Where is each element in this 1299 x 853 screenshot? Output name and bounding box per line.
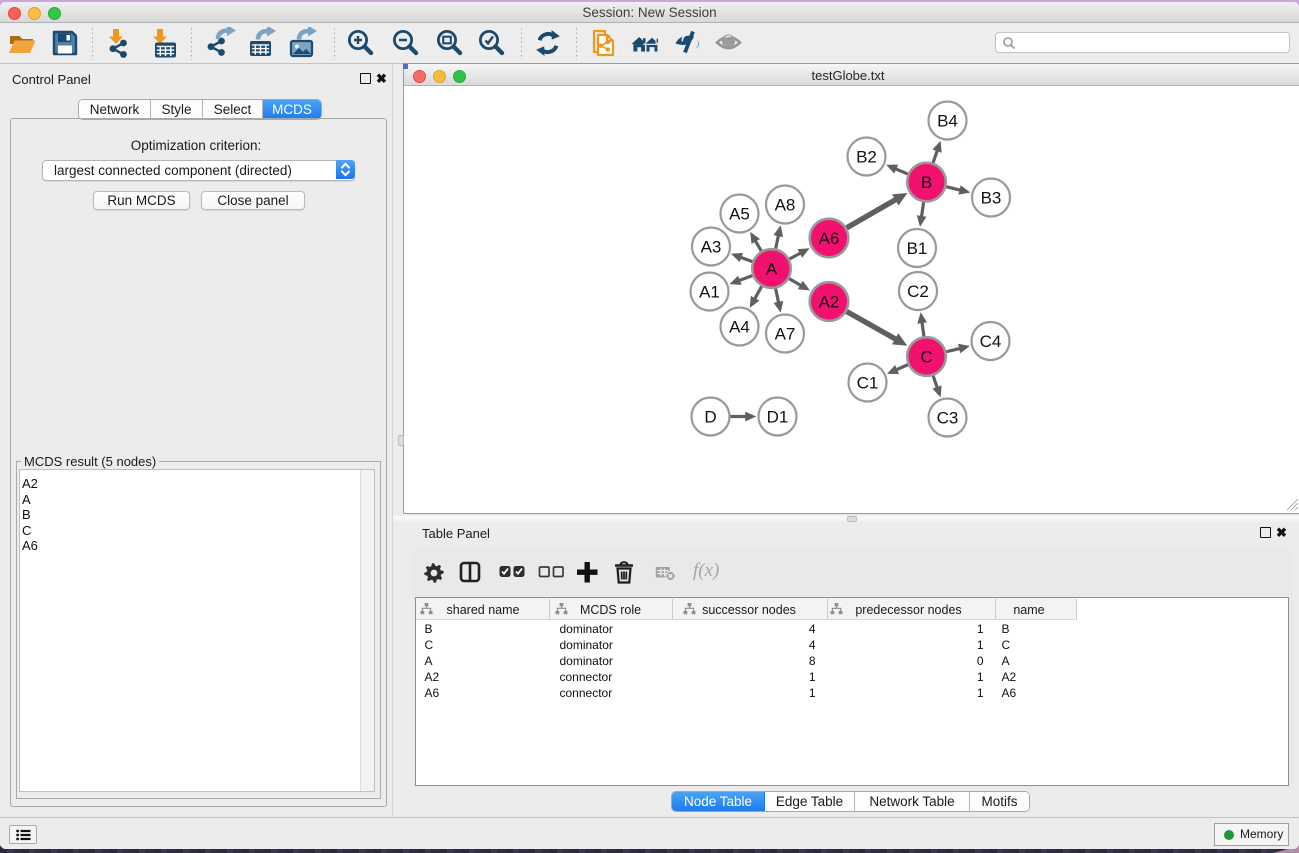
svg-text:C2: C2 [907,282,929,301]
svg-text:C4: C4 [980,332,1002,351]
svg-text:A6: A6 [819,229,840,248]
svg-text:A1: A1 [699,283,720,302]
svg-text:B: B [921,173,932,192]
svg-text:B4: B4 [937,112,958,131]
svg-text:C1: C1 [857,374,879,393]
svg-text:B3: B3 [981,189,1002,208]
svg-text:C3: C3 [937,409,959,428]
svg-text:A5: A5 [729,205,750,224]
svg-text:A3: A3 [701,238,722,257]
svg-text:C: C [920,348,932,367]
svg-text:D: D [704,408,716,427]
svg-text:D1: D1 [767,408,789,427]
svg-text:B1: B1 [907,239,928,258]
svg-text:A8: A8 [775,196,796,215]
svg-text:A2: A2 [819,293,840,312]
svg-text:A4: A4 [729,318,750,337]
svg-text:A: A [766,260,778,279]
svg-text:A7: A7 [775,325,796,344]
svg-text:B2: B2 [856,148,877,167]
